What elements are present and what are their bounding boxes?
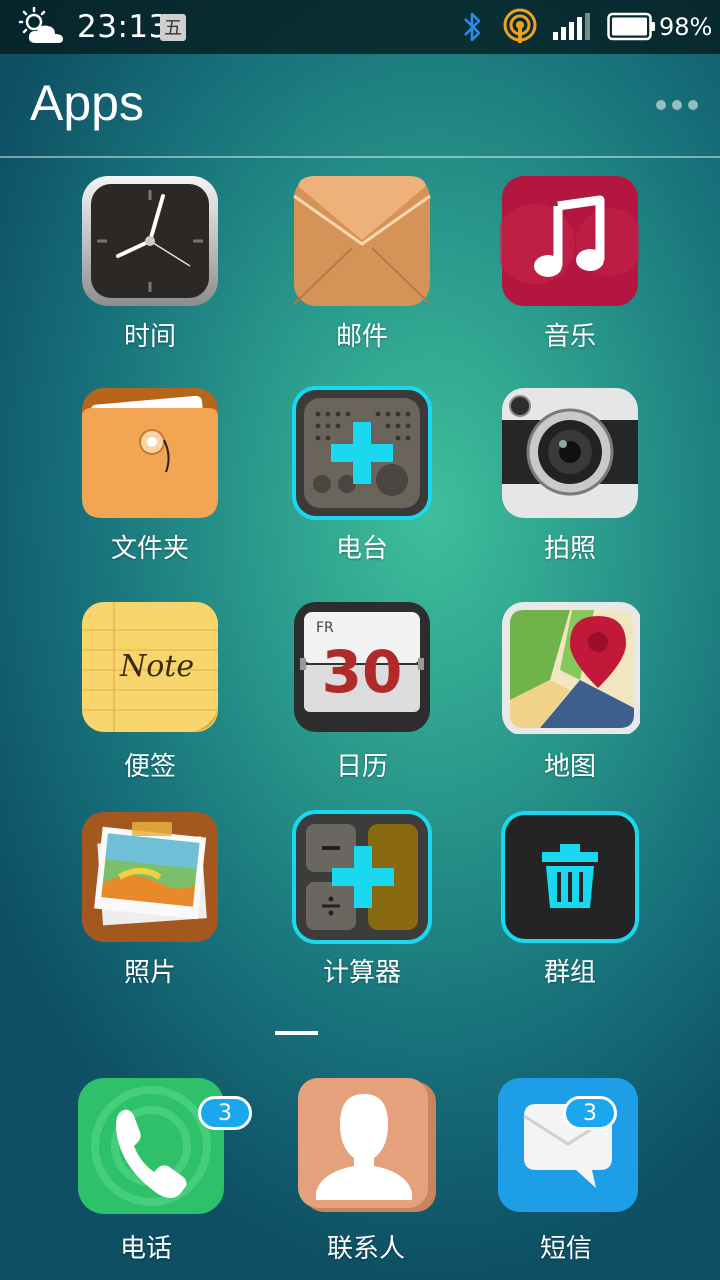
contact-icon bbox=[296, 1076, 436, 1212]
calculator-icon bbox=[292, 810, 432, 944]
more-dots-icon[interactable] bbox=[656, 100, 698, 110]
app-label: 日历 bbox=[335, 752, 388, 782]
radio-icon bbox=[292, 386, 432, 520]
battery-percent: 98% bbox=[659, 13, 713, 41]
app-label: 时间 bbox=[123, 322, 176, 352]
folder-icon bbox=[80, 386, 220, 520]
trash-icon bbox=[500, 810, 640, 944]
messages-badge: 3 bbox=[563, 1096, 617, 1130]
app-label: 音乐 bbox=[543, 322, 596, 352]
app-label: 联系人 bbox=[326, 1234, 405, 1264]
note-icon: Note bbox=[80, 600, 220, 734]
app-label: 拍照 bbox=[543, 534, 596, 564]
bluetooth-icon bbox=[460, 0, 486, 54]
app-label: 群组 bbox=[543, 958, 596, 988]
hotspot-icon bbox=[500, 0, 540, 54]
envelope-icon bbox=[292, 174, 432, 308]
app-label: 电话 bbox=[119, 1234, 172, 1264]
page-title: Apps bbox=[30, 75, 144, 131]
clock-icon bbox=[80, 174, 220, 308]
calendar-icon: FR 30 bbox=[292, 600, 432, 734]
app-label: 短信 bbox=[539, 1234, 592, 1264]
battery-icon bbox=[607, 0, 657, 54]
calendar-day-abbr: FR bbox=[316, 620, 334, 636]
app-label: 地图 bbox=[543, 752, 596, 782]
app-label: 便签 bbox=[123, 752, 176, 782]
music-note-icon bbox=[495, 174, 644, 308]
phone-icon bbox=[76, 1076, 224, 1214]
weather-partly-cloudy-icon bbox=[18, 0, 66, 54]
message-icon bbox=[496, 1076, 638, 1212]
camera-icon bbox=[500, 386, 640, 520]
apps-header: Apps bbox=[0, 54, 720, 157]
status-bar: 23:13 五 98% bbox=[0, 0, 720, 54]
map-pin-icon bbox=[500, 600, 642, 736]
signal-icon bbox=[552, 0, 592, 54]
note-icon-text: Note bbox=[119, 649, 194, 684]
weekday-badge: 五 bbox=[160, 13, 186, 41]
app-label: 文件夹 bbox=[110, 534, 189, 564]
header-divider bbox=[0, 156, 720, 158]
phone-badge: 3 bbox=[198, 1096, 252, 1130]
app-label: 计算器 bbox=[322, 958, 401, 988]
clock-time: 23:13 bbox=[77, 9, 169, 45]
page-indicator bbox=[275, 1031, 318, 1035]
photo-icon bbox=[80, 810, 220, 944]
app-label: 邮件 bbox=[335, 322, 388, 352]
app-label: 电台 bbox=[335, 534, 388, 564]
calendar-day-number: 30 bbox=[322, 638, 403, 706]
app-label: 照片 bbox=[123, 958, 176, 988]
